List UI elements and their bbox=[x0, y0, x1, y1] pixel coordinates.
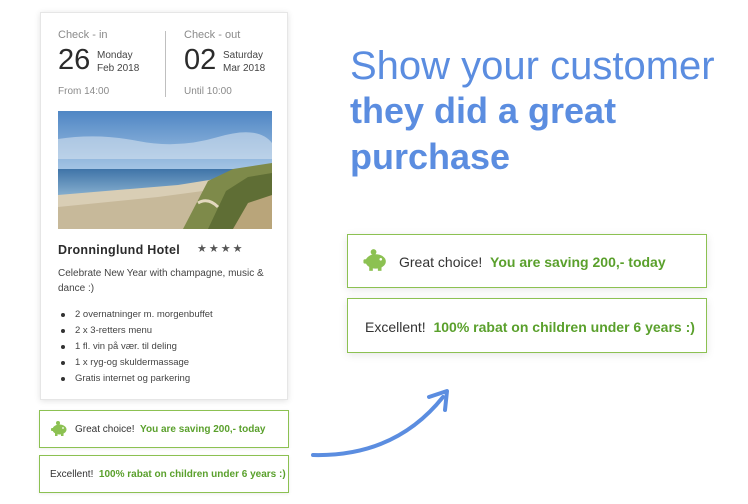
list-item: Gratis internet og parkering bbox=[58, 371, 278, 387]
discount-message: Excellent! 100% rabat on children under … bbox=[50, 469, 286, 480]
curved-arrow-icon bbox=[305, 385, 455, 470]
discount-notification-large: Excellent! 100% rabat on children under … bbox=[347, 298, 707, 353]
checkout-block: Check - out 02 Saturday Mar 2018 Until 1… bbox=[184, 29, 265, 97]
savings-message: Great choice! You are saving 200,- today bbox=[75, 424, 265, 435]
marketing-headline: Show your customer they did a great purc… bbox=[350, 44, 740, 180]
discount-notification-small: Excellent! 100% rabat on children under … bbox=[39, 455, 289, 493]
list-item: 1 fl. vin på vær. til deling bbox=[58, 339, 278, 355]
list-item: 1 x ryg-og skuldermassage bbox=[58, 355, 278, 371]
excellent-prefix: Excellent! bbox=[50, 469, 94, 480]
savings-message: Great choice! You are saving 200,- today bbox=[399, 254, 666, 270]
checkin-month-year: Feb 2018 bbox=[97, 63, 140, 74]
checkin-weekday: Monday bbox=[97, 50, 133, 61]
headline-line-3: purchase bbox=[350, 136, 511, 177]
hotel-name: Dronninglund Hotel bbox=[58, 243, 181, 257]
checkin-time: From 14:00 bbox=[58, 86, 110, 97]
checkin-day: 26 bbox=[58, 44, 91, 76]
list-item: 2 overnatninger m. morgenbuffet bbox=[58, 307, 278, 323]
checkin-block: Check - in 26 Monday Feb 2018 From 14:00 bbox=[58, 29, 139, 97]
hotel-description: Celebrate New Year with champagne, music… bbox=[58, 268, 264, 294]
hotel-photo bbox=[58, 111, 272, 229]
checkin-label: Check - in bbox=[58, 29, 108, 41]
choice-highlight: You are saving 200,- today bbox=[490, 254, 666, 270]
discount-message: Excellent! 100% rabat on children under … bbox=[365, 319, 695, 335]
piggy-bank-icon bbox=[50, 421, 68, 439]
choice-prefix: Great choice! bbox=[399, 254, 483, 270]
savings-notification-large: Great choice! You are saving 200,- today bbox=[347, 234, 707, 288]
checkout-day: 02 bbox=[184, 44, 217, 76]
excellent-highlight: 100% rabat on children under 6 years :) bbox=[98, 469, 286, 480]
date-divider bbox=[165, 31, 166, 97]
checkout-month-year: Mar 2018 bbox=[223, 63, 266, 74]
excellent-prefix: Excellent! bbox=[365, 319, 426, 335]
choice-highlight: You are saving 200,- today bbox=[140, 424, 266, 435]
piggy-bank-icon bbox=[362, 249, 388, 274]
amenities-list: 2 overnatninger m. morgenbuffet 2 x 3-re… bbox=[58, 307, 278, 387]
checkout-label: Check - out bbox=[184, 29, 241, 41]
choice-prefix: Great choice! bbox=[75, 424, 135, 435]
savings-notification-small: Great choice! You are saving 200,- today bbox=[39, 410, 289, 448]
headline-line-2: they did a great bbox=[350, 90, 617, 131]
booking-card: Check - in 26 Monday Feb 2018 From 14:00… bbox=[40, 12, 288, 400]
hotel-star-rating: ★★★★ bbox=[197, 243, 245, 255]
excellent-highlight: 100% rabat on children under 6 years :) bbox=[433, 319, 695, 335]
list-item: 2 x 3-retters menu bbox=[58, 323, 278, 339]
checkout-time: Until 10:00 bbox=[184, 86, 232, 97]
checkout-weekday: Saturday bbox=[223, 50, 264, 61]
headline-line-1: Show your customer bbox=[350, 44, 715, 88]
stay-dates: Check - in 26 Monday Feb 2018 From 14:00… bbox=[41, 13, 289, 103]
